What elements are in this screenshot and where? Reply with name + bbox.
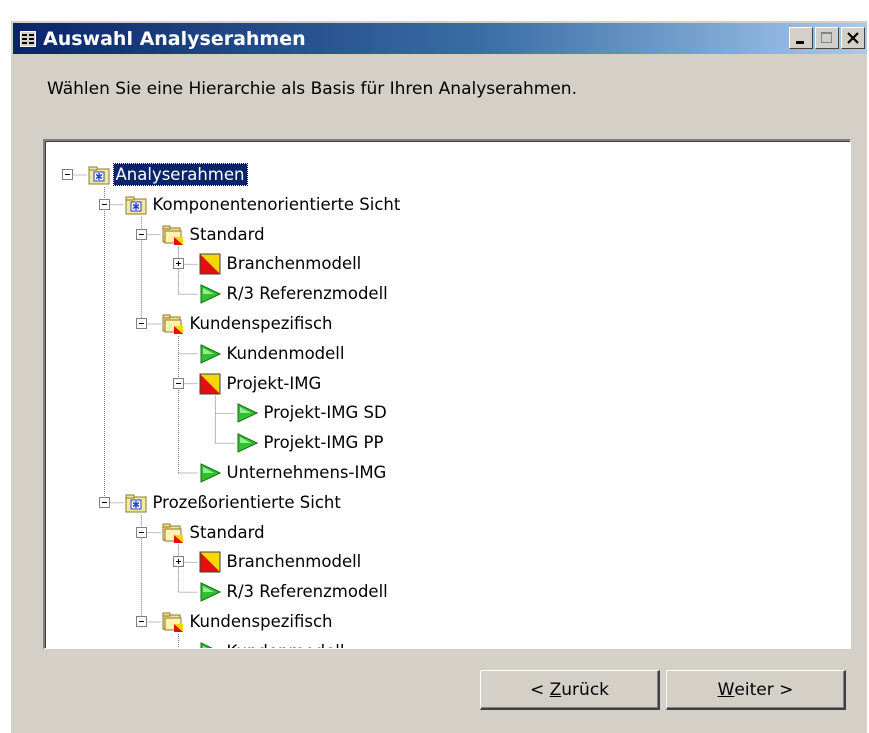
green-arrow-icon (199, 343, 221, 365)
star-folder-icon (88, 164, 110, 186)
collapse-icon[interactable] (136, 616, 147, 627)
star-folder-icon (125, 492, 147, 514)
green-arrow-icon (199, 581, 221, 603)
instruction-text: Wählen Sie eine Hierarchie als Basis für… (47, 79, 577, 99)
tree-node-label[interactable]: Komponentenorientierte Sicht (151, 194, 403, 215)
green-arrow-icon (199, 641, 221, 648)
tree-node-label[interactable]: Kundenspezifisch (188, 611, 335, 632)
tree-node-label[interactable]: Unternehmens-IMG (225, 462, 389, 483)
tree-node-label[interactable]: Kundenspezifisch (188, 313, 335, 334)
tree-node[interactable]: Unternehmens-IMG (45, 459, 850, 487)
tree-node-label[interactable]: Projekt-IMG PP (262, 432, 386, 453)
next-button[interactable]: Weiter > (666, 670, 846, 710)
tree-node-label[interactable]: Branchenmodell (225, 253, 364, 274)
tree-node-label[interactable]: Analyserahmen (112, 163, 248, 186)
collapse-icon[interactable] (99, 496, 110, 508)
back-button-prefix: < (529, 679, 550, 700)
tree-node[interactable]: Branchenmodell (45, 250, 850, 278)
folder-flag-icon (162, 313, 184, 335)
tree-node-label[interactable]: Prozeßorientierte Sicht (151, 492, 343, 513)
collapse-icon[interactable] (62, 169, 73, 180)
green-arrow-icon (236, 402, 258, 424)
model-flag-icon (199, 551, 221, 573)
collapse-icon[interactable] (136, 526, 147, 538)
close-button[interactable] (841, 27, 865, 49)
dialog-window: Auswahl Analyserahmen Wählen Sie eine Hi… (10, 20, 867, 733)
tree-node-label[interactable]: Standard (188, 224, 267, 245)
tree-node-label[interactable]: R/3 Referenzmodell (225, 581, 390, 602)
form-icon (20, 30, 36, 47)
tree-node-label[interactable]: R/3 Referenzmodell (225, 283, 390, 304)
tree-node[interactable]: Komponentenorientierte Sicht (45, 191, 850, 219)
tree-node[interactable]: Kundenmodell (45, 340, 850, 368)
star-folder-icon (125, 194, 147, 216)
folder-flag-icon (162, 522, 184, 544)
back-button-label: urück (561, 679, 610, 700)
expand-icon[interactable] (173, 556, 184, 568)
tree-node-label[interactable]: Branchenmodell (225, 551, 364, 572)
model-flag-icon (199, 373, 221, 395)
tree-node-label[interactable]: Kundenmodell (225, 343, 347, 364)
collapse-icon[interactable] (136, 318, 147, 329)
collapse-icon[interactable] (136, 228, 147, 240)
close-icon (847, 32, 859, 44)
tree-node[interactable]: R/3 Referenzmodell (45, 578, 850, 606)
minimize-button[interactable] (789, 27, 813, 49)
green-arrow-icon (199, 283, 221, 305)
tree-node-label[interactable]: Projekt-IMG SD (262, 402, 389, 423)
collapse-icon[interactable] (99, 198, 110, 210)
hierarchy-tree[interactable]: Analyserahmen Komponentenorientierte Sich… (43, 139, 851, 649)
tree-node[interactable]: Analyserahmen (45, 161, 850, 189)
tree-node[interactable]: Prozeßorientierte Sicht (45, 489, 850, 517)
tree-node[interactable]: Kundenspezifisch (45, 310, 850, 338)
green-arrow-icon (236, 432, 258, 454)
tree-node-label[interactable]: Kundenmodell (225, 641, 347, 648)
back-button-mnemonic: Z (549, 679, 562, 700)
collapse-icon[interactable] (173, 377, 184, 389)
tree-node-label[interactable]: Standard (188, 522, 267, 543)
tree-node-label[interactable]: Projekt-IMG (225, 373, 324, 394)
back-button[interactable]: < Zurück (480, 670, 660, 710)
maximize-icon (821, 32, 832, 43)
tree-node[interactable]: Standard (45, 221, 850, 249)
minimize-icon (796, 41, 804, 44)
tree-node[interactable]: Kundenspezifisch (45, 608, 850, 636)
next-button-label: eiter > (734, 679, 794, 700)
maximize-button[interactable] (815, 27, 839, 49)
tree-node[interactable]: Projekt-IMG (45, 370, 850, 398)
tree-node[interactable]: R/3 Referenzmodell (45, 280, 850, 308)
folder-flag-icon (162, 611, 184, 633)
expand-icon[interactable] (173, 258, 184, 270)
tree-node[interactable]: Projekt-IMG PP (45, 429, 850, 457)
window-title: Auswahl Analyserahmen (43, 27, 306, 50)
tree-node[interactable]: Projekt-IMG SD (45, 399, 850, 427)
model-flag-icon (199, 253, 221, 275)
tree-node[interactable]: Standard (45, 519, 850, 547)
tree-node[interactable]: Kundenmodell (45, 638, 850, 648)
title-bar[interactable]: Auswahl Analyserahmen (13, 23, 867, 54)
tree-node[interactable]: Branchenmodell (45, 548, 850, 576)
green-arrow-icon (199, 462, 221, 484)
next-button-mnemonic: W (717, 679, 735, 700)
folder-flag-icon (162, 224, 184, 246)
